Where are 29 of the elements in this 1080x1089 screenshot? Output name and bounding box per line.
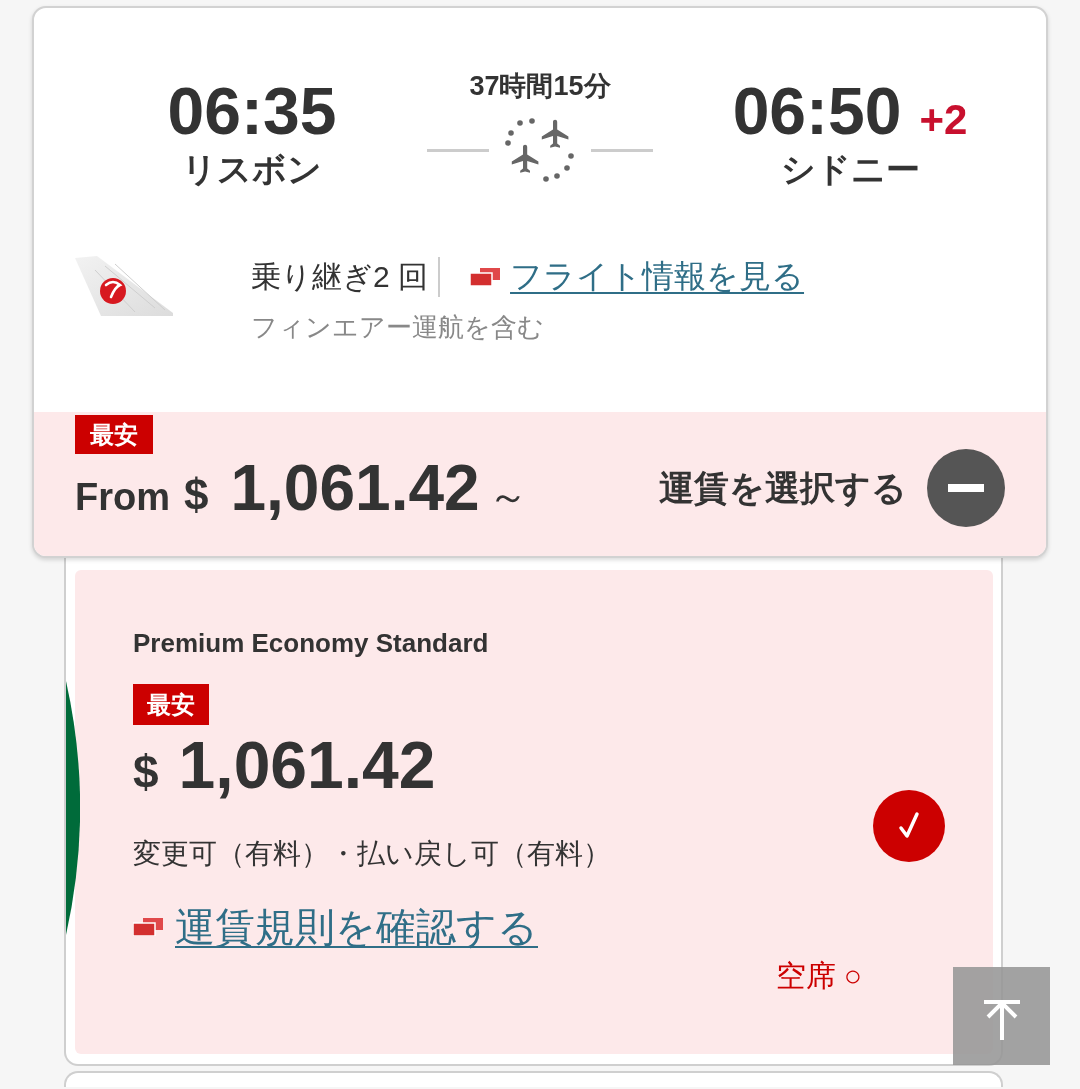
fare-option-panel[interactable]: Premium Economy Standard 最安 $ 1,061.42 変更可（有料）・払い戻し可（有料） 運賃規則を確認する 空席 ○ <box>75 570 993 1055</box>
cheapest-badge: 最安 <box>133 684 209 726</box>
operator-note: フィンエアー運航を含む <box>251 311 545 345</box>
arrival-time: 06:50 <box>732 78 902 144</box>
two-planes-icon <box>503 116 577 185</box>
price-suffix: ～ <box>487 476 528 517</box>
select-fare-toggle[interactable]: 運賃を選択する <box>659 449 1005 528</box>
connection-count: 乗り継ぎ2 回 <box>251 259 429 296</box>
day-offset: +2 <box>919 99 968 141</box>
price-amount: 1,061.42 <box>230 456 480 521</box>
seat-availability: 空席 ○ <box>775 958 862 995</box>
currency-symbol: $ <box>184 473 209 518</box>
cheapest-badge: 最安 <box>75 415 153 455</box>
arrival-city: シドニー <box>780 149 920 190</box>
from-label: From <box>75 478 170 517</box>
price-amount: 1,061.42 <box>178 732 436 799</box>
fare-name: Premium Economy Standard <box>133 628 489 660</box>
arrow-to-top-icon <box>982 1000 1021 1040</box>
departure-city: リスボン <box>182 149 322 190</box>
currency-symbol: $ <box>133 749 159 796</box>
scroll-to-top-button[interactable] <box>953 967 1050 1065</box>
new-window-icon <box>133 917 163 936</box>
new-window-icon <box>470 267 501 286</box>
fare-conditions: 変更可（有料）・払い戻し可（有料） <box>133 837 611 872</box>
check-circle-icon[interactable] <box>873 790 945 863</box>
flight-info-link[interactable]: フライト情報を見る <box>510 255 805 298</box>
flight-duration: 37時間15分 <box>469 70 611 103</box>
fare-rules-link[interactable]: 運賃規則を確認する <box>175 902 538 951</box>
departure-time: 06:35 <box>167 78 337 144</box>
